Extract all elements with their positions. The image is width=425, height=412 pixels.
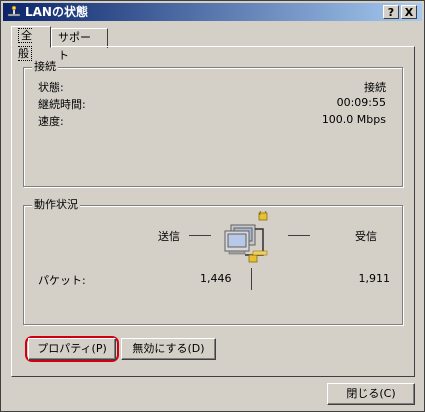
- properties-button[interactable]: プロパティ(P): [28, 338, 116, 360]
- received-label: 受信: [355, 230, 377, 243]
- disable-button[interactable]: 無効にする(D): [121, 338, 216, 360]
- tab-support[interactable]: サポート: [51, 28, 108, 62]
- connection-group: 接続 状態: 接続 継続時間: 00:09:55 速度: 100.0 Mbps: [23, 60, 403, 187]
- status-label: 状態:: [38, 81, 64, 94]
- speed-value: 100.0 Mbps: [321, 113, 386, 126]
- activity-divider: [251, 268, 252, 290]
- tab-general-label: 全般: [18, 28, 32, 61]
- close-window-button[interactable]: X: [401, 5, 417, 19]
- activity-group: 動作状況 送信 受信 パケット: 1,446 1,911: [23, 198, 403, 325]
- close-button[interactable]: 閉じる(C): [327, 383, 415, 405]
- speed-label: 速度:: [38, 115, 64, 128]
- sent-label: 送信: [158, 230, 180, 243]
- network-activity-icon: [224, 211, 268, 263]
- packets-sent-value: 1,446: [200, 272, 232, 285]
- packets-received-value: 1,911: [358, 272, 391, 285]
- help-button[interactable]: ?: [383, 5, 399, 19]
- sent-line: [189, 235, 211, 236]
- duration-label: 継続時間:: [38, 98, 86, 111]
- activity-group-legend: 動作状況: [32, 198, 80, 212]
- received-line: [288, 235, 310, 236]
- connection-group-legend: 接続: [32, 60, 58, 74]
- window-title: LANの状態: [25, 5, 88, 19]
- general-tab-panel: 接続 状態: 接続 継続時間: 00:09:55 速度: 100.0 Mbps …: [11, 46, 415, 377]
- status-value: 接続: [364, 81, 386, 94]
- tab-general[interactable]: 全般: [11, 26, 51, 61]
- title-bar[interactable]: LANの状態 ? X: [3, 3, 422, 21]
- network-connection-icon: [7, 5, 21, 17]
- lan-status-dialog: LANの状態 ? X 全般 サポート 接続 状態: 接続 継続時間: 00:09…: [0, 0, 425, 412]
- packets-label: パケット:: [38, 274, 86, 287]
- duration-value: 00:09:55: [336, 96, 386, 109]
